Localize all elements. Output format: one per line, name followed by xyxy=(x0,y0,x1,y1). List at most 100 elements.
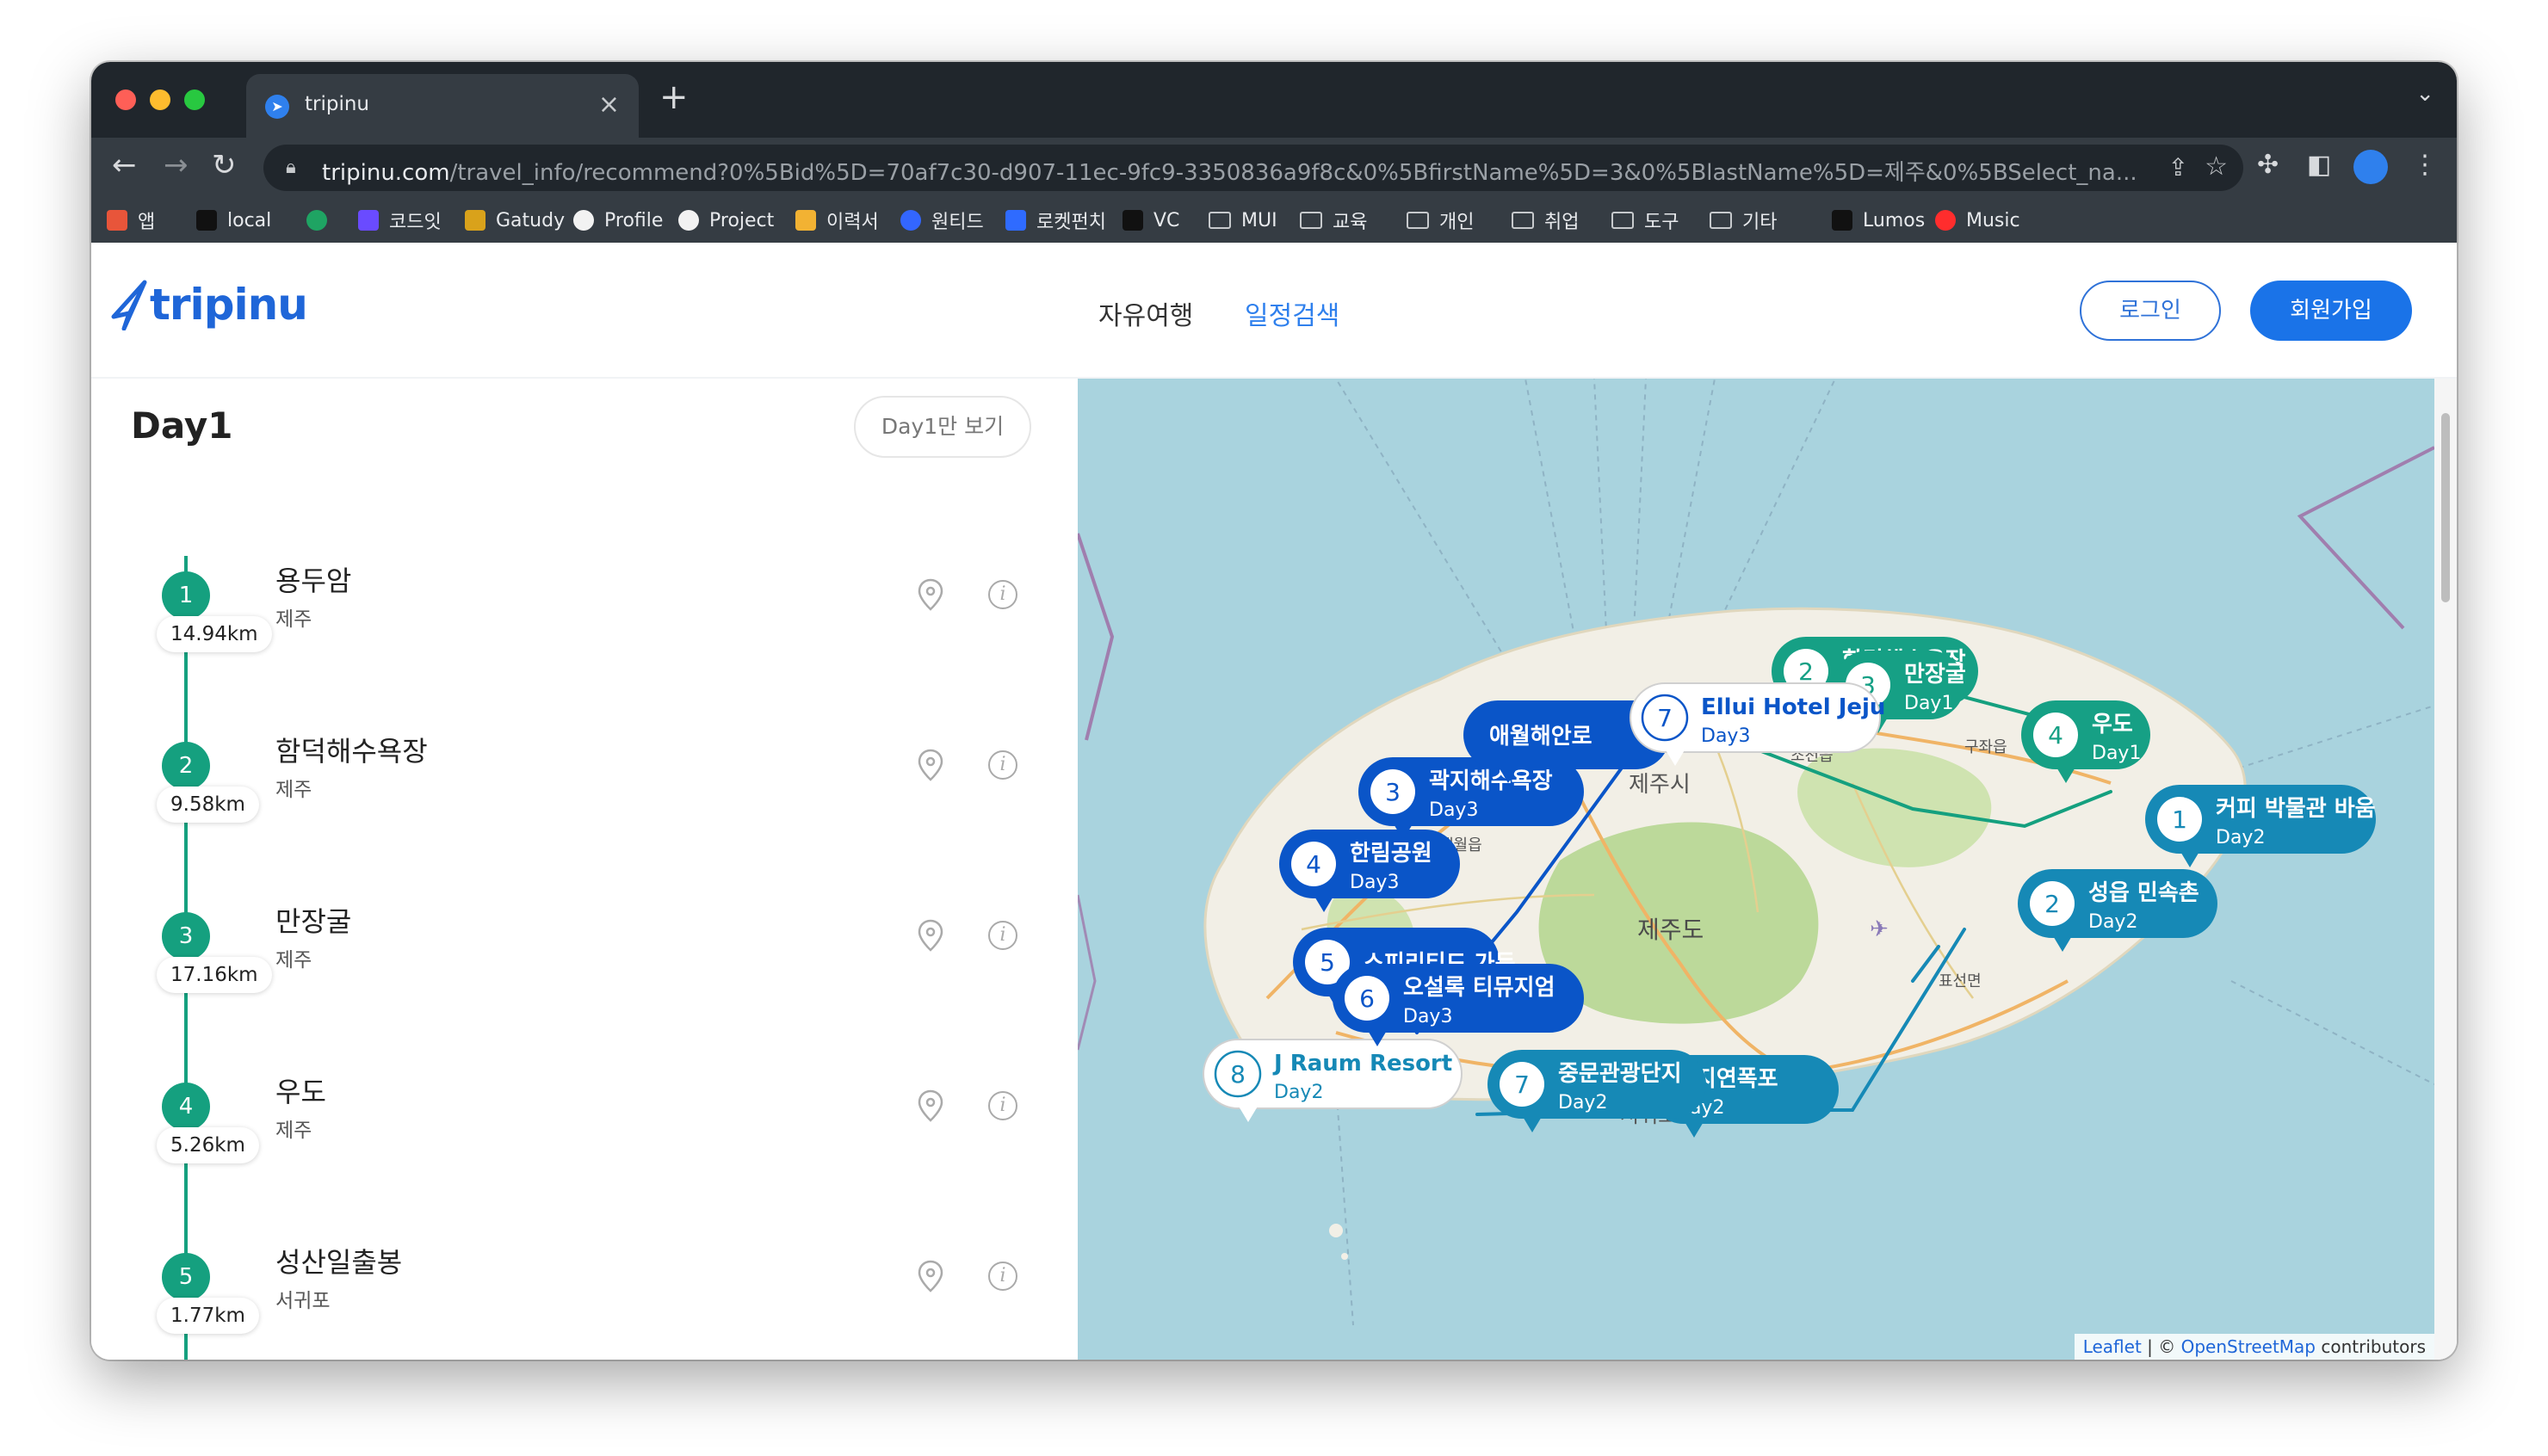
bookmark-label: Lumos xyxy=(1863,209,1926,231)
bookmark-도구[interactable]: 도구 xyxy=(1611,207,1679,234)
bookmark-label: local xyxy=(227,209,272,231)
marker-day: Day2 xyxy=(1558,1092,1607,1114)
nav-schedule-search[interactable]: 일정검색 xyxy=(1245,294,1339,332)
site-logo[interactable]: tripinu xyxy=(110,279,308,330)
map-pin-icon[interactable] xyxy=(918,578,943,611)
close-window-button[interactable] xyxy=(115,89,136,110)
address-url[interactable]: tripinu.com/travel_info/recommend?0%5Bid… xyxy=(322,155,2137,187)
bookmark-앱[interactable]: 앱 xyxy=(107,207,155,234)
map-label-pyoseon: 표선면 xyxy=(1939,972,1982,990)
bookmark-코드잇[interactable]: 코드잇 xyxy=(358,207,442,234)
spot-name: 용두암 xyxy=(275,565,352,597)
bookmark-label: 이력서 xyxy=(826,212,879,233)
marker-day: Day3 xyxy=(1350,872,1399,893)
bookmark-label: 도구 xyxy=(1644,212,1679,233)
marker-day: Day2 xyxy=(2088,911,2137,933)
osm-link[interactable]: OpenStreetMap xyxy=(2181,1336,2316,1357)
marker-number: 7 xyxy=(1514,1070,1530,1099)
tab-search-icon[interactable]: ⌄ xyxy=(2415,81,2434,107)
reload-icon[interactable]: ↻ xyxy=(212,148,237,182)
close-tab-icon[interactable]: × xyxy=(598,89,620,120)
new-tab-icon[interactable]: + xyxy=(659,77,689,117)
bookmark-교육[interactable]: 교육 xyxy=(1300,207,1367,234)
marker-number: 7 xyxy=(1657,704,1673,732)
spot-name: 만장굴 xyxy=(275,905,352,938)
day-only-button[interactable]: Day1만 보기 xyxy=(854,396,1031,458)
bookmark-원티드[interactable]: 원티드 xyxy=(900,207,984,234)
marker-name: 오설록 티뮤지엄 xyxy=(1403,975,1555,1001)
map-canvas[interactable]: 제주시 제주도 서귀포시 애월읍 조천읍 구좌읍 표선면 ✈ 천지연폭포Day2… xyxy=(1078,379,2434,1360)
bookmark-기타[interactable]: 기타 xyxy=(1710,207,1777,234)
info-icon[interactable]: i xyxy=(988,1262,1017,1291)
github-icon xyxy=(573,210,594,231)
page-scrollbar[interactable] xyxy=(2434,379,2457,1360)
forward-icon[interactable]: → xyxy=(164,148,189,182)
extensions-icon[interactable]: ✣ xyxy=(2257,150,2279,180)
browser-menu-icon[interactable]: ⋮ xyxy=(2412,150,2438,180)
bookmark-이력서[interactable]: 이력서 xyxy=(795,207,879,234)
bookmark-Music[interactable]: Music xyxy=(1935,207,2020,234)
marker-name: 만장굴 xyxy=(1904,662,1966,688)
browser-tab[interactable]: ➤ tripinu × xyxy=(246,74,639,138)
maximize-window-button[interactable] xyxy=(184,89,205,110)
bookmark-local[interactable]: local xyxy=(196,207,271,234)
bookmark-VC[interactable]: VC xyxy=(1122,207,1179,234)
info-icon[interactable]: i xyxy=(988,1091,1017,1120)
bookmark-label: VC xyxy=(1153,209,1180,231)
nav-free-travel[interactable]: 자유여행 xyxy=(1098,294,1193,332)
bookmark-개인[interactable]: 개인 xyxy=(1407,207,1474,234)
bookmark-Profile[interactable]: Profile xyxy=(573,207,663,234)
marker-number: 4 xyxy=(1306,850,1321,879)
minimize-window-button[interactable] xyxy=(150,89,170,110)
map-pin-icon[interactable] xyxy=(918,1089,943,1122)
map-view[interactable]: 제주시 제주도 서귀포시 애월읍 조천읍 구좌읍 표선면 ✈ 천지연폭포Day2… xyxy=(1078,379,2434,1360)
map-pin-icon[interactable] xyxy=(918,919,943,952)
distance-badge: 9.58km xyxy=(157,787,259,823)
info-icon[interactable]: i xyxy=(988,580,1017,609)
folder-icon xyxy=(1209,212,1231,229)
tab-strip: ➤ tripinu × + ⌄ xyxy=(91,62,2457,138)
map-pin-icon[interactable] xyxy=(918,749,943,781)
marker-day: Day3 xyxy=(1403,1006,1452,1027)
github-icon xyxy=(678,210,699,231)
profile-avatar[interactable] xyxy=(2353,150,2388,184)
browser-window: ➤ tripinu × + ⌄ ← → ↻ 🔒︎ tripinu.com/tra… xyxy=(91,62,2457,1360)
leaflet-link[interactable]: Leaflet xyxy=(2083,1336,2142,1357)
spot-number: 5 xyxy=(162,1253,210,1301)
marker-name: 한림공원 xyxy=(1350,841,1432,867)
address-bar[interactable]: 🔒︎ tripinu.com/travel_info/recommend?0%5… xyxy=(263,145,2243,191)
info-icon[interactable]: i xyxy=(988,750,1017,780)
rocketpunch-icon xyxy=(1005,210,1026,231)
vc-icon xyxy=(1122,210,1143,231)
bookmark-로켓펀치[interactable]: 로켓펀치 xyxy=(1005,207,1106,234)
bookmark-star-icon[interactable]: ☆ xyxy=(2205,151,2228,182)
url-path: /travel_info/recommend?0%5Bid%5D=70af7c3… xyxy=(449,160,2137,186)
spot-number: 4 xyxy=(162,1083,210,1131)
bookmark-Gatudy[interactable]: Gatudy xyxy=(465,207,565,234)
edge-icon xyxy=(306,210,327,231)
bookmark-label: 원티드 xyxy=(931,212,984,233)
info-icon[interactable]: i xyxy=(988,921,1017,950)
scrollbar-thumb[interactable] xyxy=(2441,413,2450,602)
share-icon[interactable]: ⇪ xyxy=(2168,153,2188,182)
signup-button[interactable]: 회원가입 xyxy=(2250,281,2412,341)
distance-badge: 17.16km xyxy=(157,957,272,993)
spot-region: 제주 xyxy=(275,1120,312,1142)
marker-name: Ellui Hotel Jeju xyxy=(1701,694,1885,720)
back-icon[interactable]: ← xyxy=(112,148,137,182)
bookmark-label: 취업 xyxy=(1544,212,1580,233)
marker-number: 1 xyxy=(2172,805,2187,834)
bookmark-edge-icon[interactable] xyxy=(306,207,337,234)
wanted-icon xyxy=(900,210,921,231)
logo-text: tripinu xyxy=(150,280,308,330)
distance-badge: 14.94km xyxy=(157,616,272,652)
bookmark-Lumos[interactable]: Lumos xyxy=(1832,207,1925,234)
marker-name: 성읍 민속촌 xyxy=(2088,880,2199,906)
bookmark-취업[interactable]: 취업 xyxy=(1512,207,1579,234)
map-pin-icon[interactable] xyxy=(918,1260,943,1293)
login-button[interactable]: 로그인 xyxy=(2080,281,2221,341)
marker-number: 8 xyxy=(1230,1060,1246,1089)
bookmark-Project[interactable]: Project xyxy=(678,207,774,234)
sidebar-icon[interactable]: ◧ xyxy=(2307,150,2331,180)
bookmark-MUI[interactable]: MUI xyxy=(1209,207,1277,234)
